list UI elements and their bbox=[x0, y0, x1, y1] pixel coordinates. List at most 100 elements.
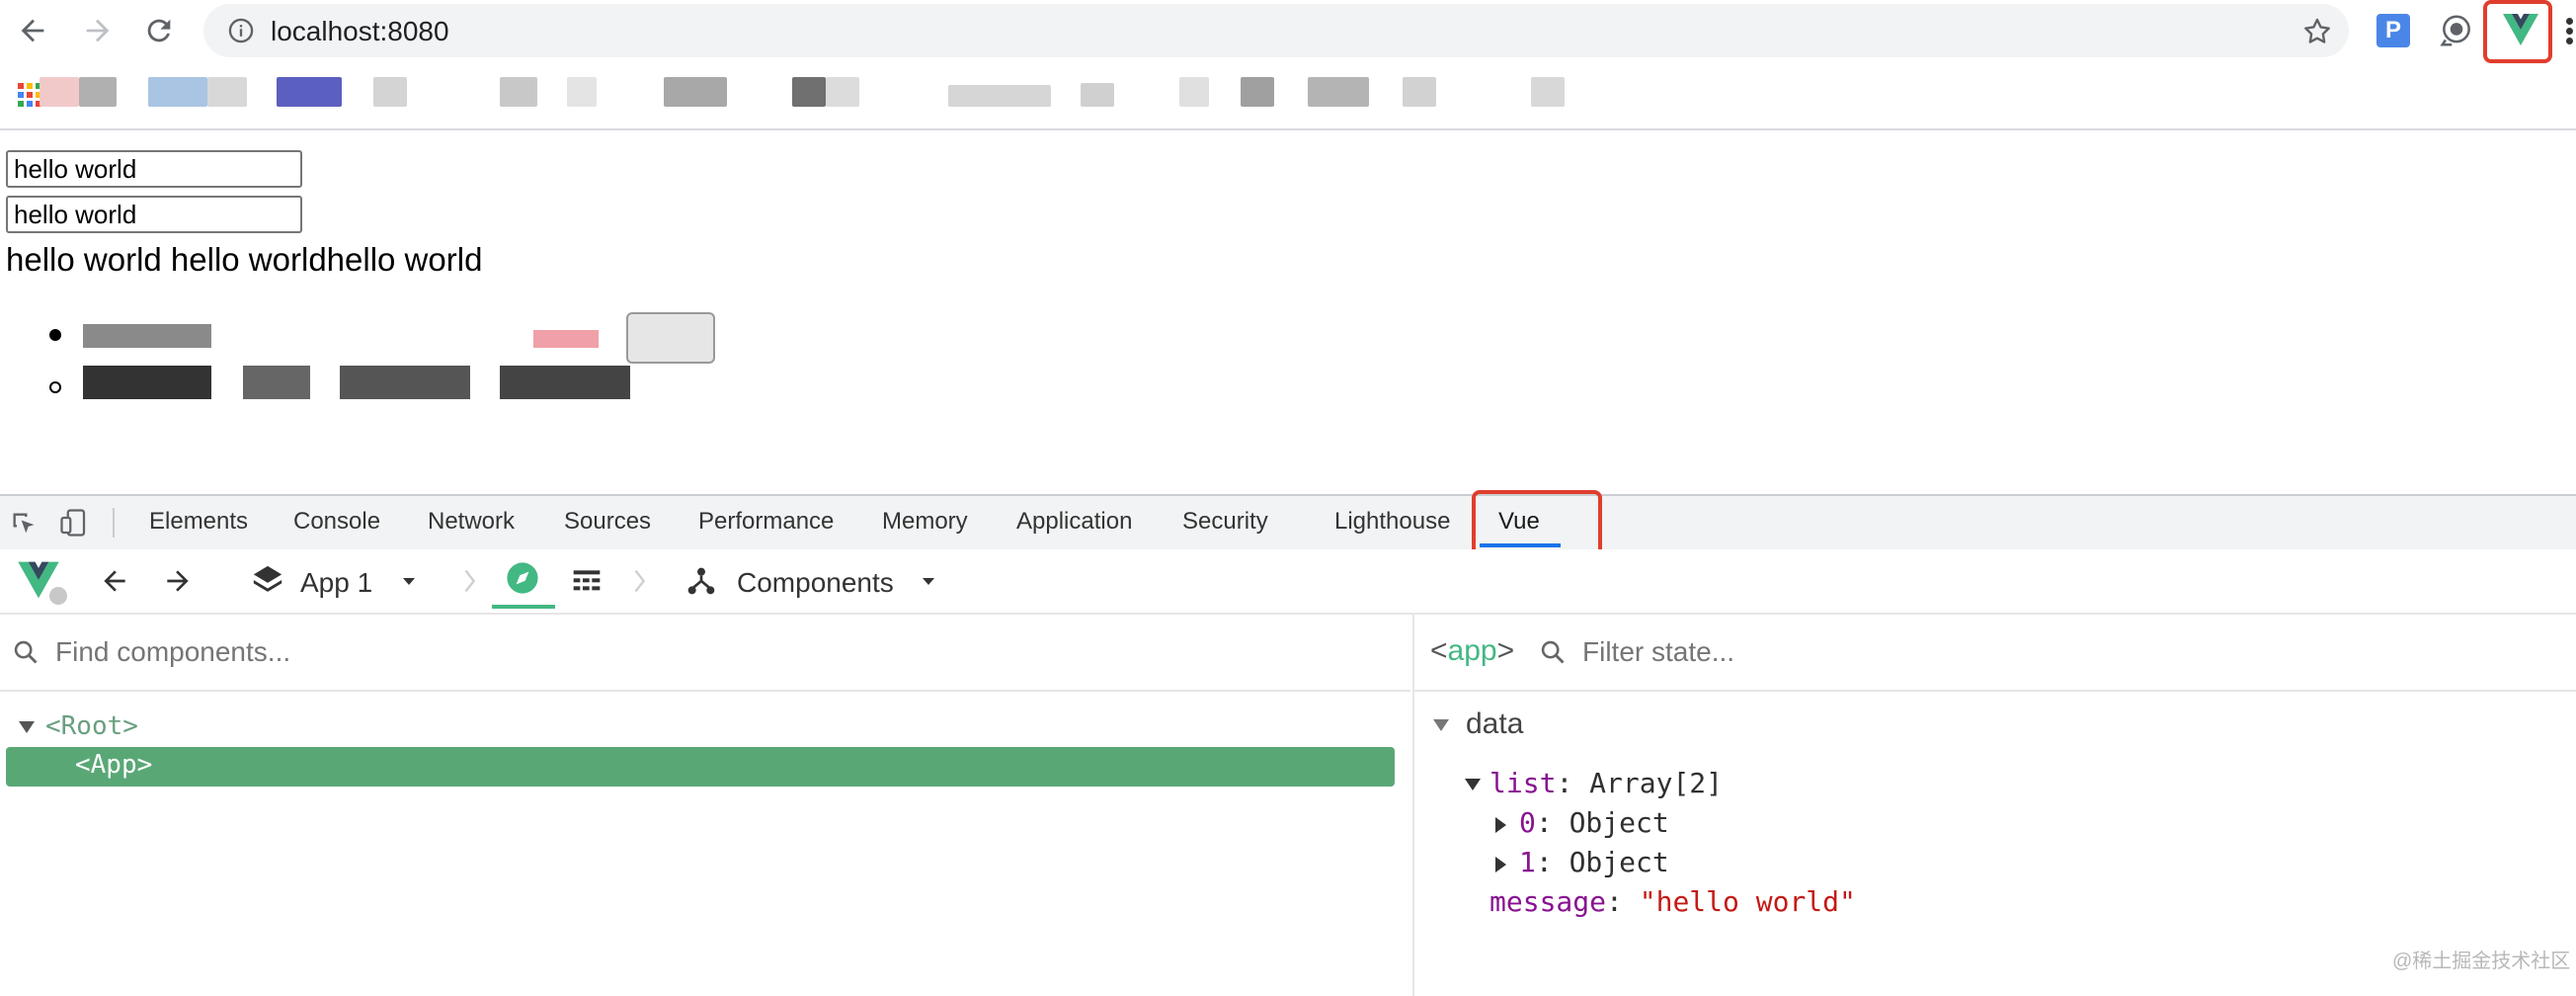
bookmark-item[interactable] bbox=[148, 77, 207, 107]
apps-grid-icon[interactable] bbox=[18, 83, 41, 107]
list-bullet bbox=[49, 381, 61, 393]
tree-node-label: <App> bbox=[75, 750, 153, 780]
tab-application[interactable]: Application bbox=[1016, 508, 1132, 536]
url-text[interactable]: localhost:8080 bbox=[271, 16, 449, 47]
forward-button[interactable] bbox=[73, 6, 122, 55]
list-item-redacted bbox=[500, 366, 630, 399]
search-icon bbox=[1541, 640, 1565, 664]
tab-memory[interactable]: Memory bbox=[882, 508, 968, 536]
chevron-down-icon bbox=[923, 578, 934, 585]
state-row-message[interactable]: message: "hello world" bbox=[1489, 885, 1856, 921]
inspector-header: <app> bbox=[1414, 613, 2576, 692]
extension-mask-icon[interactable] bbox=[2438, 12, 2475, 49]
expand-arrow-icon[interactable] bbox=[18, 719, 36, 735]
component-tree-pane: <Root> <App> bbox=[0, 613, 1410, 996]
tab-lighthouse[interactable]: Lighthouse bbox=[1334, 508, 1450, 536]
browser-toolbar: localhost:8080 P bbox=[0, 0, 2576, 63]
watermark: @稀土掘金技术社区 bbox=[2392, 951, 2571, 972]
timeline-table-icon[interactable] bbox=[571, 565, 603, 597]
state-value: Array[2] bbox=[1589, 767, 1724, 799]
arrow-left-icon[interactable] bbox=[99, 565, 130, 597]
bookmark-item[interactable] bbox=[1308, 77, 1369, 107]
list-item-redacted bbox=[83, 324, 211, 348]
tabbar-divider bbox=[113, 508, 115, 538]
inspect-element-icon[interactable] bbox=[10, 510, 38, 538]
bookmark-item[interactable] bbox=[664, 77, 727, 107]
list-bullet bbox=[49, 329, 61, 341]
tab-sources[interactable]: Sources bbox=[564, 508, 651, 536]
text-input-2[interactable] bbox=[6, 196, 302, 233]
devtools-tabbar: Elements Console Network Sources Perform… bbox=[0, 494, 2576, 551]
bookmark-item[interactable] bbox=[1531, 77, 1565, 107]
bookmark-item[interactable] bbox=[1403, 77, 1436, 107]
extension-p-icon[interactable]: P bbox=[2376, 14, 2410, 47]
app-selector-label: App 1 bbox=[300, 567, 373, 598]
bookmark-item[interactable] bbox=[1241, 77, 1274, 107]
collapse-arrow-icon bbox=[1433, 719, 1449, 731]
device-toggle-icon[interactable] bbox=[59, 508, 89, 538]
search-icon bbox=[14, 640, 38, 664]
reload-button[interactable] bbox=[134, 6, 184, 55]
state-value: Object bbox=[1569, 806, 1669, 839]
vue-extension-highlight bbox=[2483, 0, 2552, 63]
bookmark-item[interactable] bbox=[1081, 83, 1114, 107]
components-mode-button[interactable] bbox=[492, 549, 555, 611]
reload-icon bbox=[147, 19, 171, 42]
tab-performance[interactable]: Performance bbox=[698, 508, 834, 536]
bookmark-item[interactable] bbox=[1179, 77, 1209, 107]
layers-icon bbox=[253, 565, 282, 592]
list-item-redacted bbox=[340, 366, 470, 399]
list-item-redacted bbox=[533, 330, 599, 348]
list-item-redacted bbox=[83, 366, 211, 399]
bookmark-item[interactable] bbox=[277, 77, 342, 107]
arrow-right-icon bbox=[86, 19, 110, 42]
find-components-input[interactable] bbox=[53, 630, 1381, 674]
expand-arrow-icon bbox=[1495, 857, 1506, 872]
tree-row-root[interactable]: <Root> bbox=[0, 709, 1410, 747]
collapse-arrow-icon bbox=[1465, 779, 1481, 790]
tab-network[interactable]: Network bbox=[428, 508, 515, 536]
state-value: "hello world" bbox=[1639, 885, 1856, 918]
menu-dots-icon[interactable] bbox=[2566, 18, 2574, 45]
state-key: list bbox=[1489, 767, 1557, 799]
state-inspector-pane: <app> data list: Array[2] 0: Object 1: O… bbox=[1412, 613, 2576, 996]
chevron-down-icon bbox=[403, 578, 415, 585]
tab-console[interactable]: Console bbox=[293, 508, 380, 536]
bookmark-item[interactable] bbox=[373, 77, 407, 107]
find-components-bar bbox=[0, 613, 1410, 692]
tab-security[interactable]: Security bbox=[1182, 508, 1268, 536]
vue-devtools-toolbar: App 1 Components bbox=[0, 549, 2576, 615]
bookmark-item[interactable] bbox=[948, 85, 1051, 107]
bookmark-item[interactable] bbox=[500, 77, 537, 107]
bookmark-item[interactable] bbox=[207, 77, 247, 107]
expand-arrow-icon bbox=[1495, 817, 1506, 833]
info-icon[interactable] bbox=[227, 17, 255, 44]
filter-state-input[interactable] bbox=[1580, 630, 2552, 674]
bookmark-item[interactable] bbox=[792, 77, 826, 107]
breadcrumb-chevron-icon bbox=[634, 569, 646, 593]
active-mode-underline bbox=[492, 605, 555, 609]
star-icon[interactable] bbox=[2301, 16, 2333, 47]
bookmark-item[interactable] bbox=[79, 77, 117, 107]
back-button[interactable] bbox=[8, 6, 57, 55]
bookmark-item[interactable] bbox=[826, 77, 859, 107]
state-key: 0 bbox=[1519, 806, 1536, 839]
hello-text-line: hello world hello worldhello world bbox=[6, 241, 483, 278]
state-value: Object bbox=[1569, 846, 1669, 878]
arrow-right-icon[interactable] bbox=[162, 565, 194, 597]
tree-node-label: <Root> bbox=[45, 711, 138, 741]
tree-row-app-selected[interactable]: <App> bbox=[6, 747, 1395, 787]
bookmark-item[interactable] bbox=[40, 77, 79, 107]
text-input-1[interactable] bbox=[6, 150, 302, 188]
tab-elements[interactable]: Elements bbox=[149, 508, 248, 536]
mode-selector-label: Components bbox=[737, 567, 894, 598]
data-section-title: data bbox=[1466, 707, 1524, 740]
compass-icon bbox=[507, 562, 538, 594]
bookmarks-bar bbox=[0, 63, 2576, 130]
connection-status-dot bbox=[47, 585, 69, 607]
bookmark-item[interactable] bbox=[567, 77, 597, 107]
list-item-button-redacted[interactable] bbox=[626, 312, 715, 364]
address-bar[interactable]: localhost:8080 bbox=[203, 4, 2349, 57]
breadcrumb-chevron-icon bbox=[464, 569, 476, 593]
list-item-redacted bbox=[243, 366, 310, 399]
